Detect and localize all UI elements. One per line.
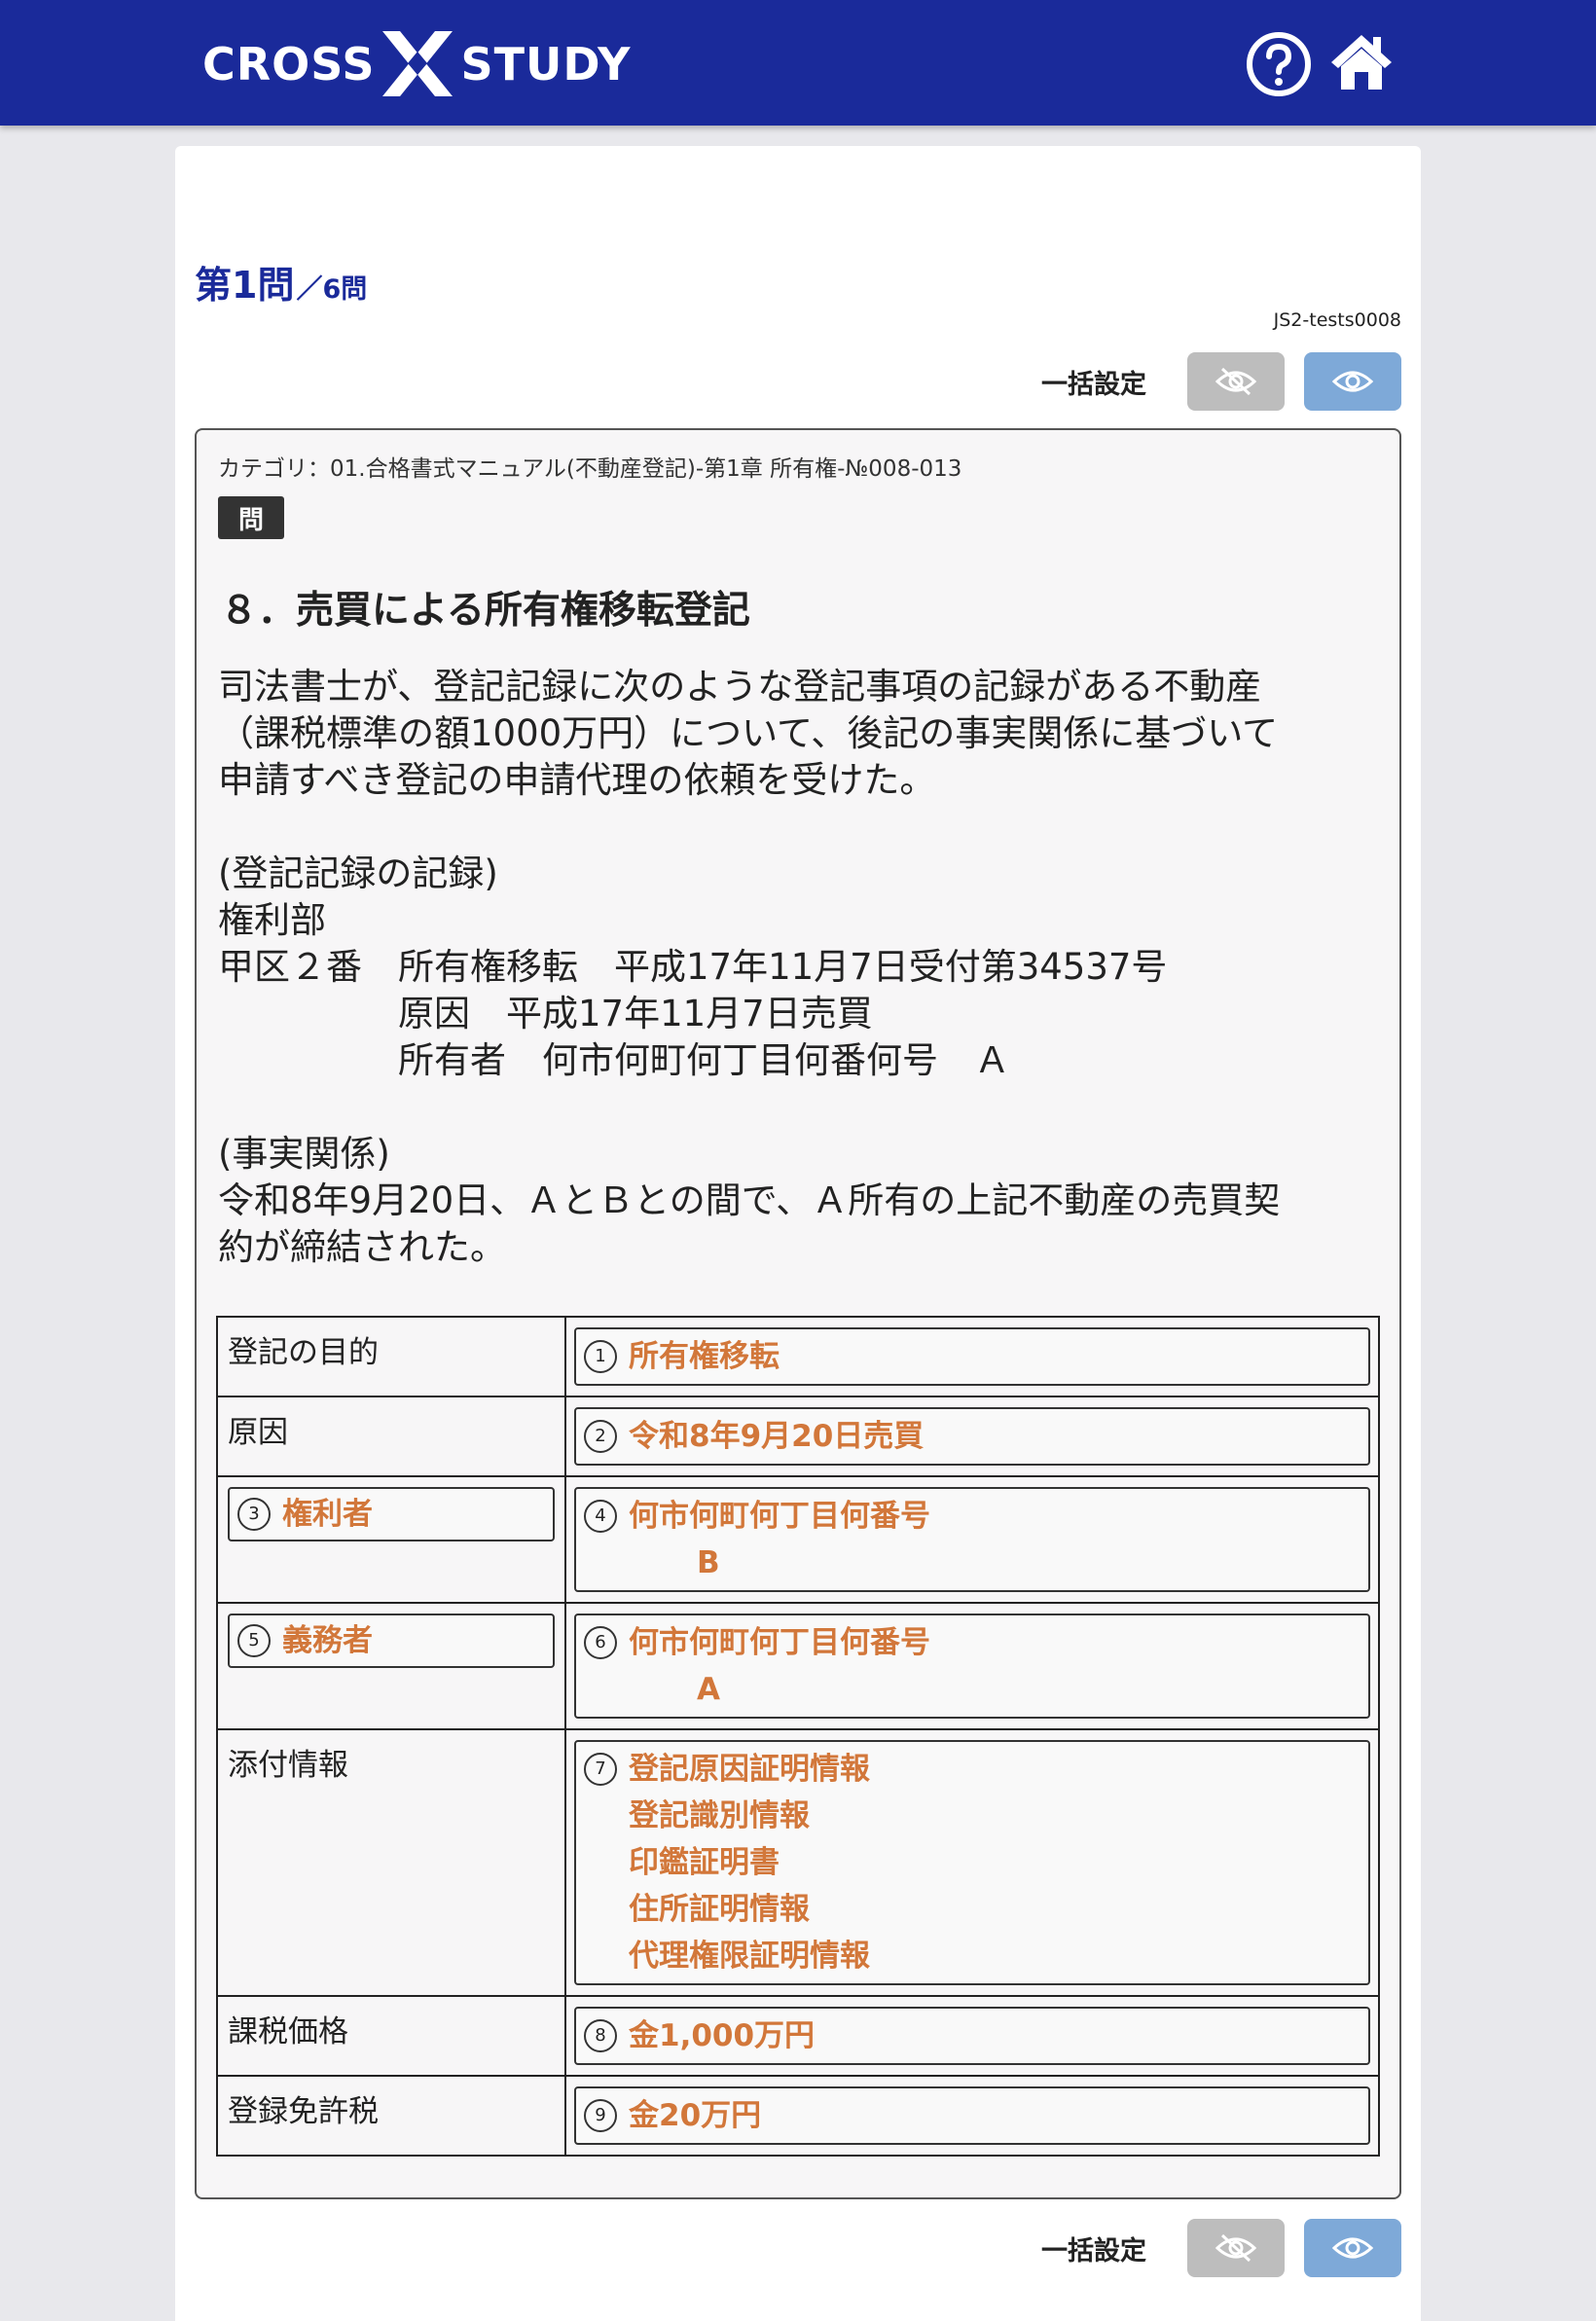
eye-icon — [1331, 371, 1374, 392]
table-row: 原因 2 令和8年9月20日売買 — [216, 1396, 1380, 1477]
registration-tax-cell: 9 金20万円 — [564, 2075, 1380, 2157]
holder-label-cell: 3 権利者 — [216, 1475, 566, 1604]
home-icon[interactable] — [1329, 29, 1394, 93]
category-label: カテゴリ：01.合格書式マニュアル(不動産登記)-第1章 所有権-№008-01… — [218, 456, 962, 482]
table-row: 3 権利者 4 何市何町何丁目何番号 B — [216, 1475, 1380, 1604]
answer-text: 金1,000万円 — [629, 2018, 816, 2053]
obligor-cell: 6 何市何町何丁目何番号 A — [564, 1602, 1380, 1730]
help-circle-icon[interactable] — [1246, 31, 1312, 97]
answer-text: B — [697, 1545, 720, 1580]
question-current: 第1問 — [195, 264, 295, 307]
answer-number: 4 — [584, 1500, 617, 1533]
answer-text: 登記原因証明情報 — [629, 1752, 870, 1787]
answer-text: 所有権移転 — [629, 1339, 780, 1374]
answer-table: 登記の目的 1 所有権移転 原因 2 令和8年9月20日売買 3 権利者 4 何… — [216, 1316, 1380, 2157]
show-all-answers-button[interactable] — [1304, 352, 1401, 411]
question-total: ／6問 — [296, 274, 368, 305]
answer-text: 権利者 — [282, 1497, 373, 1532]
table-row: 添付情報 7 登記原因証明情報 登記識別情報 印鑑証明書 住所証明情報 代理権限… — [216, 1728, 1380, 1997]
purpose-cell: 1 所有権移転 — [564, 1316, 1380, 1397]
answer-2[interactable]: 2 令和8年9月20日売買 — [574, 1407, 1370, 1466]
answer-text: 義務者 — [282, 1623, 373, 1658]
attachment-cell: 7 登記原因証明情報 登記識別情報 印鑑証明書 住所証明情報 代理権限証明情報 — [564, 1728, 1380, 1997]
cause-cell: 2 令和8年9月20日売買 — [564, 1396, 1380, 1477]
eye-slash-icon — [1215, 367, 1257, 396]
question-heading: ８．売買による所有権移転登記 — [220, 589, 750, 633]
answer-text: 何市何町何丁目何番号 — [629, 1499, 930, 1534]
attachment-label: 添付情報 — [216, 1728, 566, 1997]
table-row: 課税価格 8 金1,000万円 — [216, 1995, 1380, 2077]
answer-text: 令和8年9月20日売買 — [629, 1419, 925, 1454]
bulk-settings-top: 一括設定 — [1041, 352, 1401, 411]
bulk-settings-label: 一括設定 — [1041, 369, 1146, 400]
hide-all-answers-button[interactable] — [1187, 2219, 1285, 2277]
bulk-settings-label: 一括設定 — [1041, 2235, 1146, 2267]
answer-6[interactable]: 6 何市何町何丁目何番号 A — [574, 1614, 1370, 1719]
holder-cell: 4 何市何町何丁目何番号 B — [564, 1475, 1380, 1604]
purpose-label: 登記の目的 — [216, 1316, 566, 1397]
show-all-answers-button[interactable] — [1304, 2219, 1401, 2277]
logo-x-icon — [382, 31, 453, 96]
answer-7[interactable]: 7 登記原因証明情報 登記識別情報 印鑑証明書 住所証明情報 代理権限証明情報 — [574, 1740, 1370, 1985]
hide-all-answers-button[interactable] — [1187, 352, 1285, 411]
answer-number: 6 — [584, 1626, 617, 1659]
table-row: 登録免許税 9 金20万円 — [216, 2075, 1380, 2157]
answer-text: 代理権限証明情報 — [629, 1939, 870, 1974]
cause-label: 原因 — [216, 1396, 566, 1477]
answer-number: 9 — [584, 2099, 617, 2132]
table-row: 登記の目的 1 所有権移転 — [216, 1316, 1380, 1397]
logo-text-cross: CROSS — [202, 37, 376, 91]
answer-text: 住所証明情報 — [629, 1892, 810, 1927]
answer-1[interactable]: 1 所有権移転 — [574, 1327, 1370, 1386]
question-tag: 問 — [218, 496, 284, 539]
answer-text: 印鑑証明書 — [629, 1845, 780, 1880]
answer-text: 何市何町何丁目何番号 — [629, 1625, 930, 1660]
bulk-settings-bottom: 一括設定 — [1041, 2219, 1401, 2277]
answer-number: 5 — [237, 1624, 271, 1657]
answer-5[interactable]: 5 義務者 — [228, 1614, 555, 1668]
answer-text: 登記識別情報 — [629, 1798, 810, 1833]
test-id: JS2-tests0008 — [1273, 309, 1401, 331]
tax-base-label: 課税価格 — [216, 1995, 566, 2077]
obligor-label-cell: 5 義務者 — [216, 1602, 566, 1730]
table-row: 5 義務者 6 何市何町何丁目何番号 A — [216, 1602, 1380, 1730]
logo-text-study: STUDY — [460, 37, 632, 91]
question-number: 第1問 ／6問 — [195, 255, 367, 308]
app-header: CROSS STUDY — [0, 0, 1596, 126]
answer-4[interactable]: 4 何市何町何丁目何番号 B — [574, 1487, 1370, 1592]
answer-number: 3 — [237, 1498, 271, 1531]
answer-number: 7 — [584, 1753, 617, 1786]
question-body: 司法書士が、登記記録に次のような登記事項の記録がある不動産 （課税標準の額100… — [218, 666, 1281, 1268]
answer-text: 金20万円 — [629, 2098, 762, 2133]
answer-number: 8 — [584, 2019, 617, 2052]
crossstudy-logo[interactable]: CROSS STUDY — [202, 27, 632, 100]
eye-slash-icon — [1215, 2233, 1257, 2263]
answer-8[interactable]: 8 金1,000万円 — [574, 2007, 1370, 2065]
answer-text: A — [697, 1672, 720, 1707]
eye-icon — [1331, 2237, 1374, 2259]
tax-base-cell: 8 金1,000万円 — [564, 1995, 1380, 2077]
answer-9[interactable]: 9 金20万円 — [574, 2086, 1370, 2145]
answer-number: 1 — [584, 1340, 617, 1373]
answer-3[interactable]: 3 権利者 — [228, 1487, 555, 1541]
answer-number: 2 — [584, 1420, 617, 1453]
question-box: カテゴリ：01.合格書式マニュアル(不動産登記)-第1章 所有権-№008-01… — [195, 428, 1401, 2199]
registration-tax-label: 登録免許税 — [216, 2075, 566, 2157]
